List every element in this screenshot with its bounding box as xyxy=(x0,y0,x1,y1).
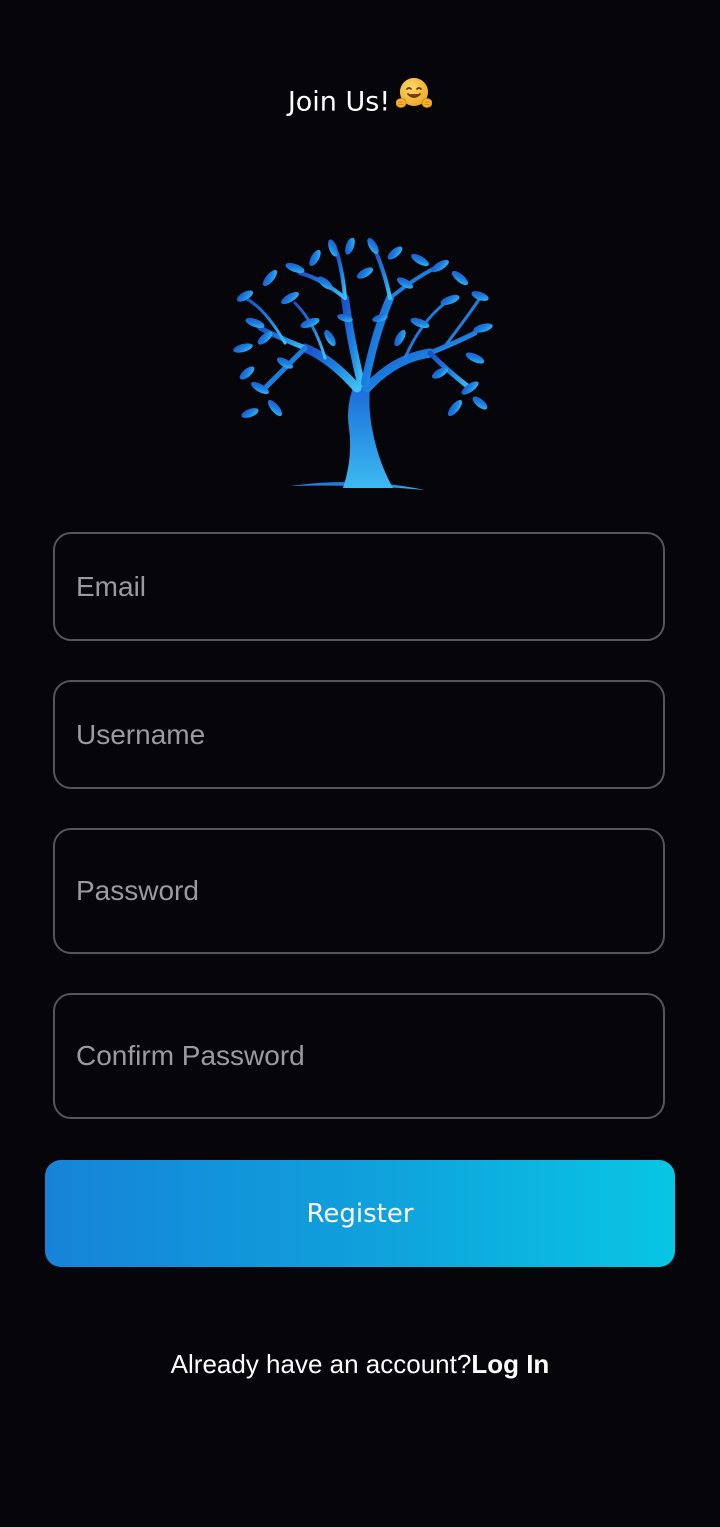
login-prompt: Already have an account?Log In xyxy=(0,1344,720,1384)
confirm-password-field[interactable] xyxy=(53,993,665,1119)
register-button[interactable]: Register xyxy=(45,1160,675,1267)
password-input[interactable] xyxy=(55,830,663,952)
page-title: Join Us! xyxy=(0,78,720,128)
page-title-text: Join Us! xyxy=(287,86,391,118)
hugging-face-emoji-icon xyxy=(395,75,433,125)
email-input[interactable] xyxy=(55,534,663,639)
login-link[interactable]: Log In xyxy=(471,1349,549,1379)
email-field[interactable] xyxy=(53,532,665,641)
login-prompt-text: Already have an account? xyxy=(170,1349,472,1379)
username-field[interactable] xyxy=(53,680,665,789)
password-field[interactable] xyxy=(53,828,665,954)
register-screen: Join Us! Email Username Register Already… xyxy=(0,0,720,1527)
username-input[interactable] xyxy=(55,682,663,787)
confirm-password-input[interactable] xyxy=(55,995,663,1117)
tree-logo-icon xyxy=(225,237,495,498)
